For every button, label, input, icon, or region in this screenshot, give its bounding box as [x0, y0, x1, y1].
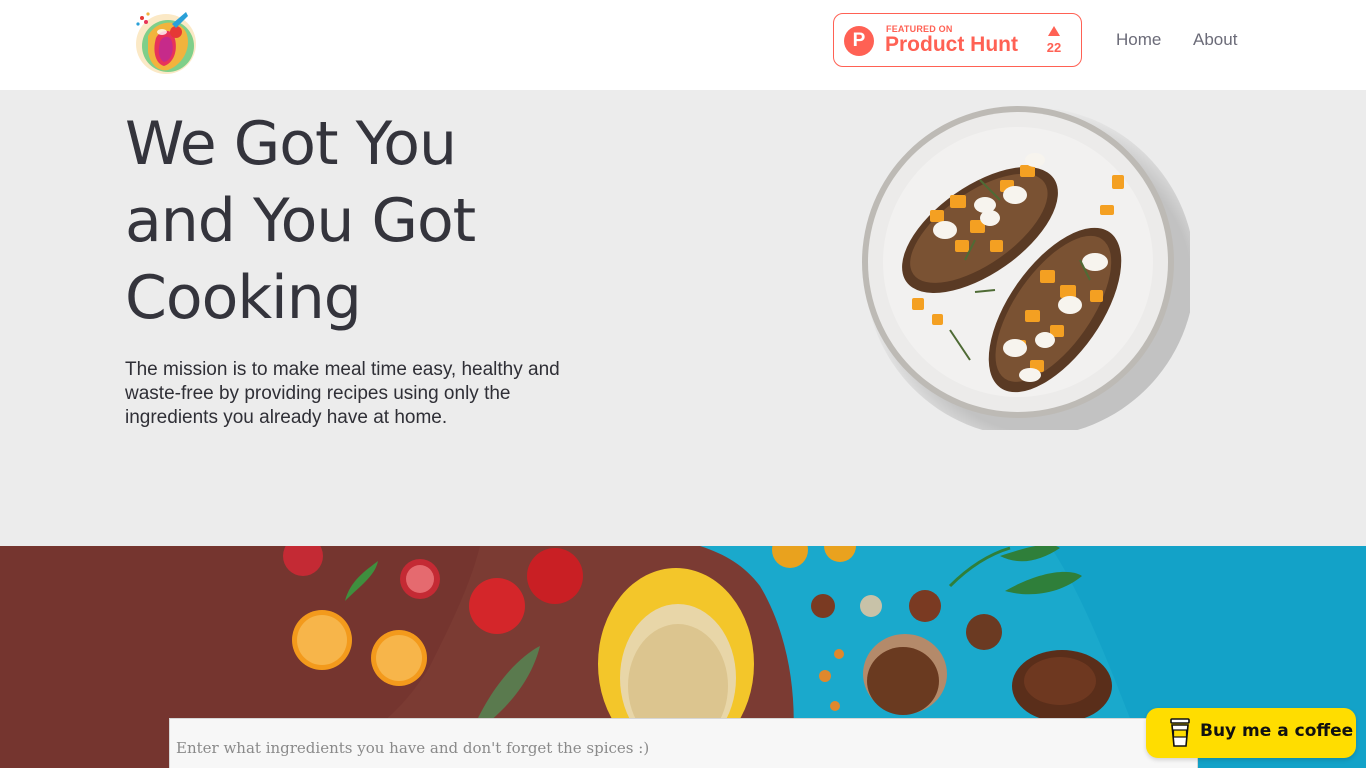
nav-about-link[interactable]: About	[1193, 30, 1237, 50]
nav-home-link[interactable]: Home	[1116, 30, 1161, 50]
coffee-cup-icon	[1170, 718, 1190, 747]
buy-me-a-coffee-button[interactable]: Buy me a coffee	[1146, 708, 1356, 758]
product-hunt-badge[interactable]: P FEATURED ON Product Hunt 22	[833, 13, 1082, 67]
product-hunt-name: Product Hunt	[885, 33, 1018, 56]
hero-food-image	[850, 100, 1195, 437]
upvote-triangle-icon	[1048, 26, 1060, 36]
hero-description: The mission is to make meal time easy, h…	[125, 359, 560, 428]
site-logo[interactable]	[126, 2, 206, 80]
logo-icon	[136, 12, 196, 74]
upvote-count: 22	[1046, 40, 1062, 55]
site-header: P FEATURED ON Product Hunt 22 Home About	[0, 0, 1366, 90]
hero-title: We Got You and You Got Cooking	[125, 109, 476, 333]
product-hunt-logo-icon: P	[844, 26, 874, 56]
ingredients-search-input[interactable]	[169, 718, 1198, 768]
coffee-button-label: Buy me a coffee	[1200, 721, 1354, 741]
